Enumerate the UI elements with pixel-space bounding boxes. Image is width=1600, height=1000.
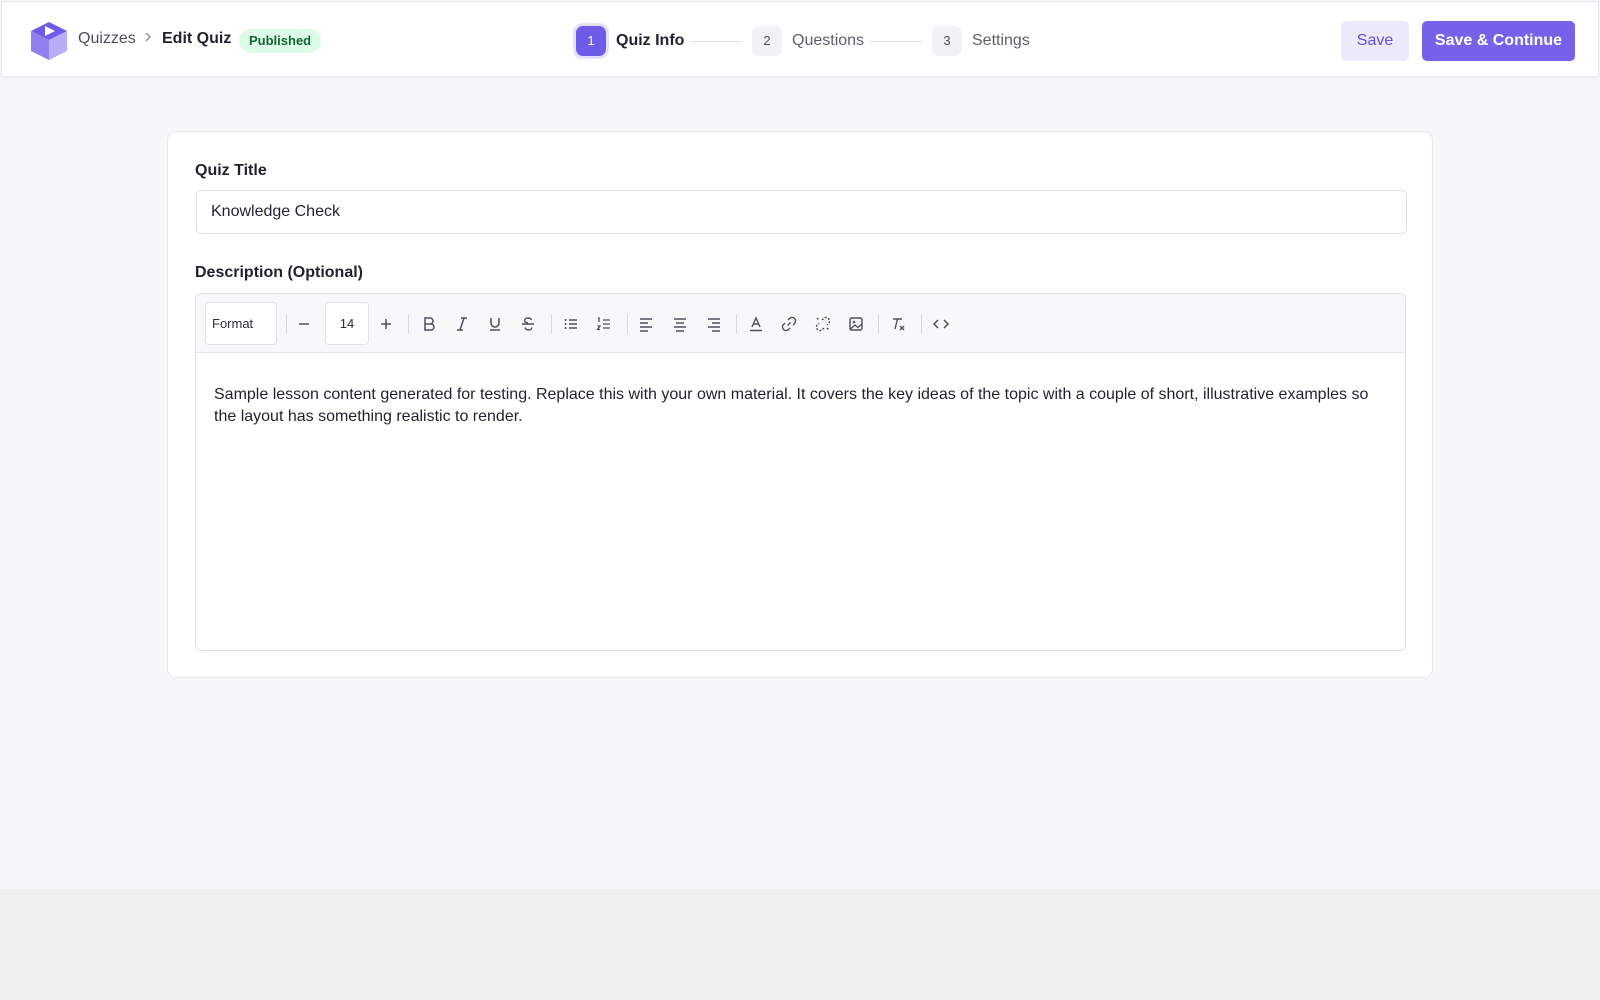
quiz-title-label: Quiz Title — [195, 162, 267, 179]
toolbar-divider — [627, 314, 628, 334]
toolbar-divider — [408, 314, 409, 334]
toolbar-divider — [736, 314, 737, 334]
editor-toolbar: Format 14 — [196, 294, 1405, 353]
step-2-number[interactable]: 2 — [752, 26, 782, 56]
status-badge: Published — [239, 29, 322, 53]
font-size-field[interactable]: 14 — [325, 302, 369, 345]
align-left-icon[interactable] — [635, 313, 657, 335]
app-root: Quizzes Edit Quiz Published 1 Quiz Info … — [0, 0, 1600, 889]
underline-icon[interactable] — [484, 313, 506, 335]
step-1-label[interactable]: Quiz Info — [616, 32, 684, 50]
source-code-icon[interactable] — [930, 313, 952, 335]
align-right-icon[interactable] — [703, 313, 725, 335]
align-center-icon[interactable] — [669, 313, 691, 335]
chevron-right-icon — [145, 32, 151, 42]
toolbar-divider — [921, 314, 922, 334]
numbered-list-icon[interactable] — [593, 313, 615, 335]
unlink-icon[interactable] — [812, 313, 834, 335]
step-3-number[interactable]: 3 — [932, 26, 962, 56]
decrease-font-size-icon[interactable] — [293, 313, 315, 335]
increase-font-size-icon[interactable] — [375, 313, 397, 335]
format-dropdown[interactable]: Format — [205, 302, 277, 345]
top-bar: Quizzes Edit Quiz Published 1 Quiz Info … — [1, 1, 1599, 77]
save-continue-button[interactable]: Save & Continue — [1422, 21, 1575, 61]
text-color-icon[interactable] — [745, 313, 767, 335]
breadcrumb-quizzes[interactable]: Quizzes — [78, 30, 136, 48]
step-connector — [690, 41, 742, 42]
quiz-info-card: Quiz Title Description (Optional) Format… — [167, 131, 1433, 678]
toolbar-divider — [878, 314, 879, 334]
step-2-label[interactable]: Questions — [792, 32, 864, 50]
link-icon[interactable] — [778, 313, 800, 335]
image-icon[interactable] — [845, 313, 867, 335]
italic-icon[interactable] — [451, 313, 473, 335]
bullet-list-icon[interactable] — [560, 313, 582, 335]
step-1-number[interactable]: 1 — [576, 26, 606, 56]
toolbar-divider — [551, 314, 552, 334]
quiz-title-input[interactable] — [196, 190, 1407, 234]
clear-formatting-icon[interactable] — [887, 313, 909, 335]
description-label: Description (Optional) — [195, 264, 363, 281]
rich-text-editor: Format 14 Sample lesson content generate… — [195, 293, 1406, 651]
toolbar-divider — [286, 314, 287, 334]
step-3-label[interactable]: Settings — [972, 32, 1030, 50]
editor-content[interactable]: Sample lesson content generated for test… — [214, 384, 1384, 428]
app-logo-icon — [31, 22, 67, 60]
save-button[interactable]: Save — [1341, 21, 1409, 61]
strikethrough-icon[interactable] — [517, 313, 539, 335]
step-connector — [870, 41, 922, 42]
bold-icon[interactable] — [418, 313, 440, 335]
breadcrumb-current: Edit Quiz — [162, 30, 232, 47]
